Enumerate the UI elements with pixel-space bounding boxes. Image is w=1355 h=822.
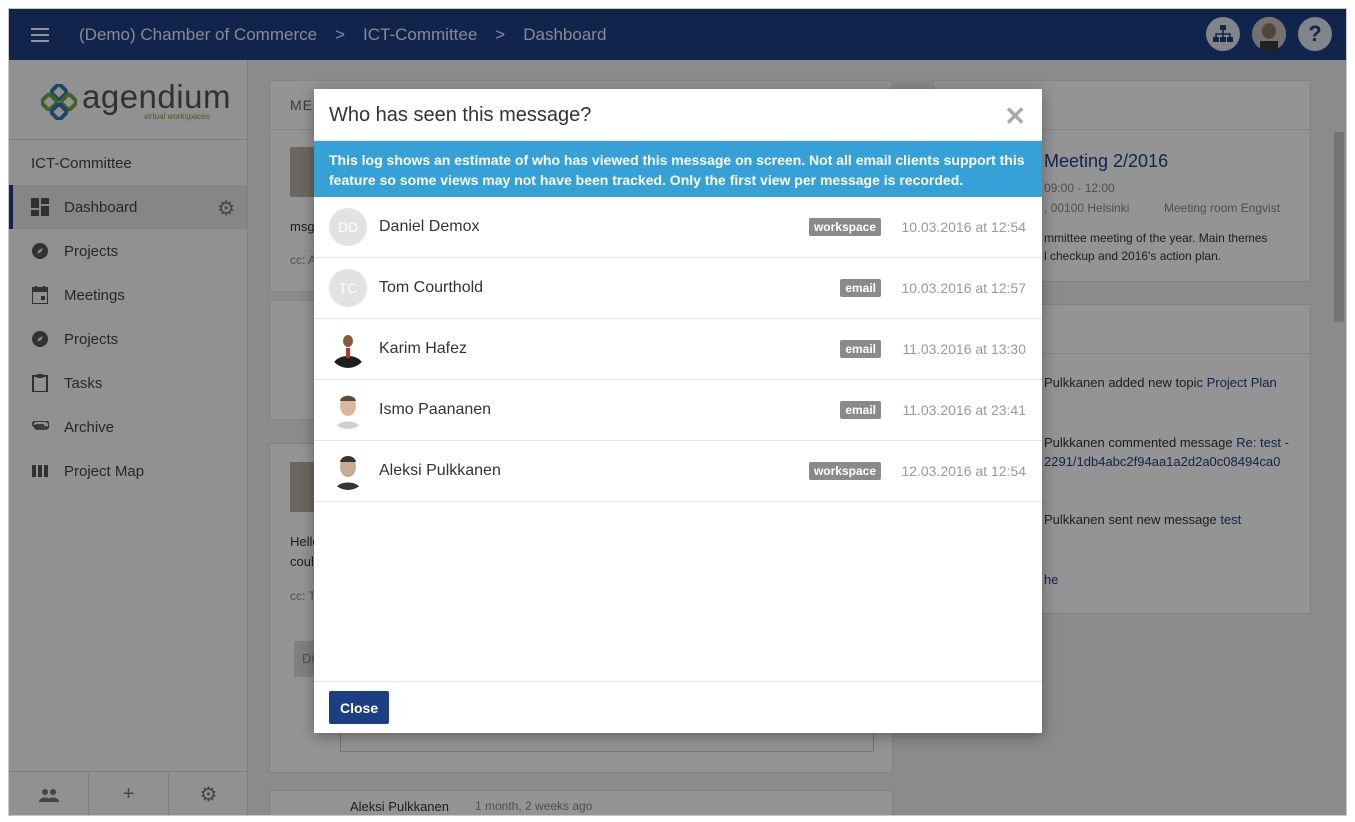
avatar (329, 452, 367, 490)
viewer-row: Karim Hafez email 11.03.2016 at 13:30 (314, 319, 1042, 380)
view-timestamp: 10.03.2016 at 12:54 (901, 219, 1026, 235)
viewer-name: Tom Courthold (379, 279, 484, 296)
avatar (329, 391, 367, 429)
channel-badge: workspace (808, 218, 881, 236)
viewer-name: Daniel Demox (379, 218, 480, 235)
viewer-row: DD Daniel Demox workspace 10.03.2016 at … (314, 197, 1042, 258)
view-timestamp: 11.03.2016 at 13:30 (902, 341, 1026, 357)
info-banner: This log shows an estimate of who has vi… (314, 141, 1042, 197)
view-timestamp: 12.03.2016 at 12:54 (901, 463, 1026, 479)
avatar: DD (329, 208, 367, 246)
viewer-name: Aleksi Pulkkanen (379, 462, 501, 479)
viewer-row: Ismo Paananen email 11.03.2016 at 23:41 (314, 380, 1042, 441)
channel-badge: workspace (808, 462, 881, 480)
seen-by-dialog: Who has seen this message? ✕ This log sh… (314, 89, 1042, 733)
viewer-name: Karim Hafez (379, 340, 468, 357)
channel-badge: email (840, 279, 881, 297)
channel-badge: email (840, 340, 881, 358)
dialog-header: Who has seen this message? ✕ (314, 89, 1042, 141)
avatar: TC (329, 269, 367, 307)
dialog-footer: Close (314, 681, 1042, 733)
close-icon[interactable]: ✕ (1004, 101, 1026, 132)
channel-badge: email (840, 401, 881, 419)
viewer-row: TC Tom Courthold email 10.03.2016 at 12:… (314, 258, 1042, 319)
viewer-row: Aleksi Pulkkanen workspace 12.03.2016 at… (314, 441, 1042, 502)
dialog-title: Who has seen this message? (329, 104, 592, 126)
view-timestamp: 10.03.2016 at 12:57 (901, 280, 1026, 296)
close-button[interactable]: Close (329, 691, 390, 724)
view-timestamp: 11.03.2016 at 23:41 (902, 402, 1026, 418)
viewer-name: Ismo Paananen (379, 401, 492, 418)
avatar (329, 330, 367, 368)
